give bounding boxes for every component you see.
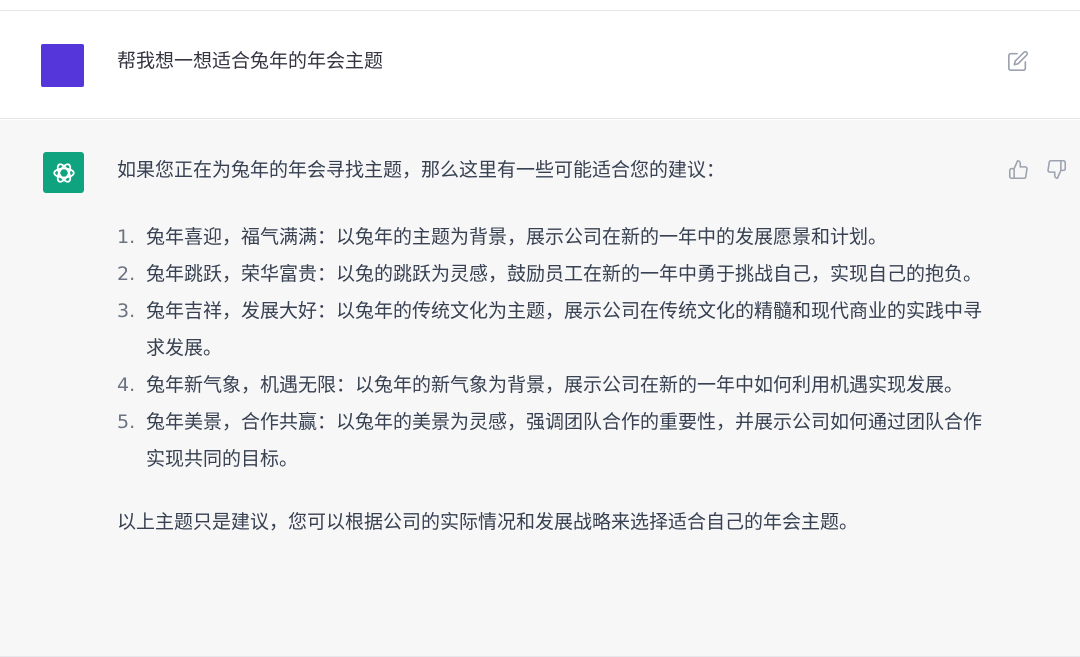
thumbs-down-button[interactable] (1044, 157, 1068, 181)
assistant-intro: 如果您正在为兔年的年会寻找主题，那么这里有一些可能适合您的建议： (117, 159, 726, 181)
thumbs-down-icon (1046, 159, 1066, 179)
openai-logo-icon (52, 162, 75, 183)
thumbs-up-button[interactable] (1006, 157, 1030, 181)
list-item-text: 兔年新气象，机遇无限：以兔年的新气象为背景，展示公司在新的一年中如何利用机遇实现… (146, 374, 964, 396)
edit-message-button[interactable] (1006, 49, 1030, 73)
list-item-number: 1. (117, 226, 136, 248)
thumbs-up-icon (1008, 159, 1028, 179)
list-item-text: 兔年喜迎，福气满满：以兔年的主题为背景，展示公司在新的一年中的发展愿景和计划。 (146, 226, 888, 248)
assistant-avatar (43, 152, 84, 193)
assistant-message-row: 如果您正在为兔年的年会寻找主题，那么这里有一些可能适合您的建议： 1. 兔年喜迎… (0, 120, 1080, 657)
list-item-number: 3. (117, 300, 136, 322)
list-item: 3. 兔年吉祥，发展大好：以兔年的传统文化为主题，展示公司在传统文化的精髓和现代… (117, 293, 987, 367)
user-message-text: 帮我想一想适合兔年的年会主题 (117, 50, 384, 72)
list-item: 1. 兔年喜迎，福气满满：以兔年的主题为背景，展示公司在新的一年中的发展愿景和计… (117, 219, 987, 256)
list-item: 2. 兔年跳跃，荣华富贵：以兔的跳跃为灵感，鼓励员工在新的一年中勇于挑战自己，实… (117, 256, 987, 293)
edit-icon (1008, 50, 1029, 71)
list-item: 5. 兔年美景，合作共赢：以兔年的美景为灵感，强调团队合作的重要性，并展示公司如… (117, 404, 987, 478)
list-item: 4. 兔年新气象，机遇无限：以兔年的新气象为背景，展示公司在新的一年中如何利用机… (117, 367, 987, 404)
assistant-outro: 以上主题只是建议，您可以根据公司的实际情况和发展战略来选择适合自己的年会主题。 (117, 511, 859, 533)
list-item-text: 兔年跳跃，荣华富贵：以兔的跳跃为灵感，鼓励员工在新的一年中勇于挑战自己，实现自己… (146, 263, 983, 285)
list-item-number: 4. (117, 374, 136, 396)
user-avatar (41, 44, 84, 87)
list-item-number: 5. (117, 411, 136, 433)
list-item-text: 兔年吉祥，发展大好：以兔年的传统文化为主题，展示公司在传统文化的精髓和现代商业的… (146, 300, 983, 359)
user-message-row: 帮我想一想适合兔年的年会主题 (0, 11, 1080, 119)
list-item-number: 2. (117, 263, 136, 285)
list-item-text: 兔年美景，合作共赢：以兔年的美景为灵感，强调团队合作的重要性，并展示公司如何通过… (146, 411, 983, 470)
assistant-message-content: 如果您正在为兔年的年会寻找主题，那么这里有一些可能适合您的建议： 1. 兔年喜迎… (117, 156, 987, 536)
suggestion-list: 1. 兔年喜迎，福气满满：以兔年的主题为背景，展示公司在新的一年中的发展愿景和计… (117, 219, 987, 478)
